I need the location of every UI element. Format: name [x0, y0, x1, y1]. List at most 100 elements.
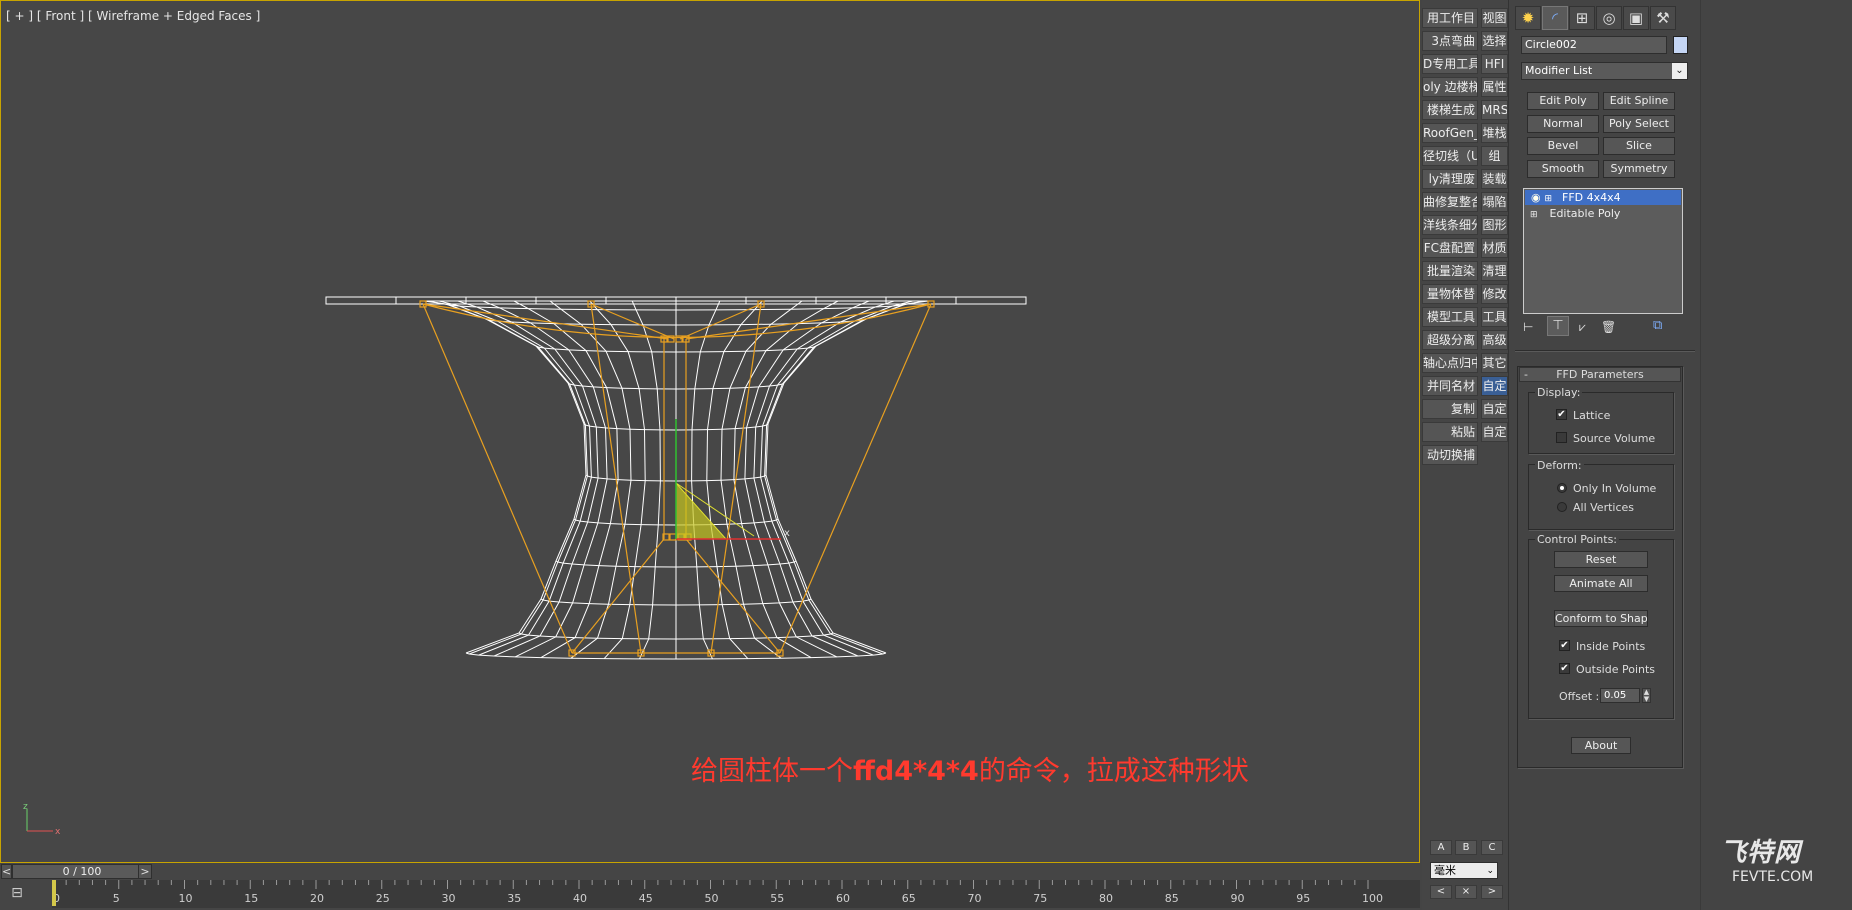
offset-input[interactable]: 0.05: [1600, 688, 1640, 703]
reset-button[interactable]: Reset: [1554, 551, 1648, 568]
script-button[interactable]: 洋线条细分: [1422, 215, 1478, 235]
script-button[interactable]: 楼梯生成: [1422, 100, 1478, 120]
script-category-button[interactable]: MRS: [1481, 100, 1508, 120]
script-button[interactable]: 曲修复整合: [1422, 192, 1478, 212]
set-c-button[interactable]: C: [1481, 840, 1503, 855]
symmetry-button[interactable]: Symmetry: [1603, 160, 1675, 178]
slice-button[interactable]: Slice: [1603, 137, 1675, 155]
script-category-button[interactable]: 选择: [1481, 31, 1508, 51]
show-end-result-icon[interactable]: ⊤: [1547, 316, 1569, 336]
poly-select-button[interactable]: Poly Select: [1603, 115, 1675, 133]
object-color-swatch[interactable]: [1673, 36, 1688, 54]
script-button[interactable]: 径切线（U: [1422, 146, 1478, 166]
motion-tab-icon[interactable]: ◎: [1596, 6, 1622, 30]
ruler-tick-label: 40: [573, 892, 587, 905]
nav-prev-button[interactable]: <: [1430, 885, 1452, 899]
lightbulb-icon[interactable]: ◉: [1531, 190, 1541, 205]
script-category-button[interactable]: 自定: [1481, 399, 1508, 419]
nav-next-button[interactable]: >: [1481, 885, 1503, 899]
script-category-button[interactable]: 自定: [1481, 422, 1508, 442]
modifier-stack[interactable]: ◉ ⊞ FFD 4x4x4 ⊞ Editable Poly: [1523, 188, 1683, 314]
script-button[interactable]: 动切换捕: [1422, 445, 1478, 465]
script-category-button[interactable]: 组: [1481, 146, 1508, 166]
script-button[interactable]: oly 边楼梯: [1422, 77, 1478, 97]
script-category-button[interactable]: 高级: [1481, 330, 1508, 350]
time-ruler[interactable]: 0 5 10 15 20 25 30 35 40 45 50 55 60 65 70 75 80 85 90 95 10…: [52, 880, 1420, 908]
lattice-checkbox[interactable]: ✔: [1556, 409, 1567, 420]
script-button[interactable]: D专用工具: [1422, 54, 1478, 74]
script-button[interactable]: ly清理废: [1422, 169, 1478, 189]
normal-button[interactable]: Normal: [1527, 115, 1599, 133]
deform-label: Deform:: [1535, 459, 1584, 472]
pin-stack-icon[interactable]: ⊢: [1523, 320, 1533, 334]
unit-select[interactable]: 毫米 ⌄: [1430, 862, 1498, 879]
display-tab-icon[interactable]: ▣: [1623, 6, 1649, 30]
script-category-button[interactable]: 自定: [1481, 376, 1508, 396]
stack-item-ffd[interactable]: ◉ ⊞ FFD 4x4x4: [1525, 190, 1681, 205]
ruler-tick-label: 75: [1033, 892, 1047, 905]
source-volume-checkbox[interactable]: [1556, 432, 1567, 443]
script-button[interactable]: 模型工具: [1422, 307, 1478, 327]
time-next-button[interactable]: >: [138, 864, 152, 879]
make-unique-icon[interactable]: ⩗: [1579, 320, 1586, 335]
stack-item-editable-poly[interactable]: ⊞ Editable Poly: [1525, 206, 1681, 221]
script-category-button[interactable]: 其它: [1481, 353, 1508, 373]
expand-icon[interactable]: ⊞: [1530, 208, 1540, 223]
script-button[interactable]: 并同名材: [1422, 376, 1478, 396]
only-in-volume-radio[interactable]: [1557, 483, 1567, 493]
remove-modifier-icon[interactable]: 🗑: [1601, 320, 1616, 334]
ruler-tick-label: 70: [968, 892, 982, 905]
configure-modifier-sets-icon[interactable]: ⧉: [1653, 318, 1662, 333]
about-button[interactable]: About: [1571, 737, 1631, 754]
script-category-button[interactable]: 工具: [1481, 307, 1508, 327]
script-category-button[interactable]: 图形: [1481, 215, 1508, 235]
create-tab-icon[interactable]: ✹: [1515, 6, 1541, 30]
modifier-list-dropdown[interactable]: Modifier List ⌄: [1521, 62, 1688, 80]
animate-all-button[interactable]: Animate All: [1554, 575, 1648, 592]
wireframe-scene[interactable]: x: [1, 1, 1420, 863]
script-button[interactable]: FC盘配置: [1422, 238, 1478, 258]
time-slider[interactable]: 0 / 100: [12, 864, 152, 879]
script-category-button[interactable]: 视图: [1481, 8, 1508, 28]
script-button[interactable]: RoofGen_: [1422, 123, 1478, 143]
script-category-button[interactable]: HFI: [1481, 54, 1508, 74]
rollout-header[interactable]: - FFD Parameters: [1519, 367, 1681, 382]
utilities-tab-icon[interactable]: ⚒: [1650, 6, 1676, 30]
ruler-tick-label: 30: [442, 892, 456, 905]
inside-points-checkbox[interactable]: ✔: [1559, 640, 1570, 651]
edit-spline-button[interactable]: Edit Spline: [1603, 92, 1675, 110]
script-category-button[interactable]: 清理: [1481, 261, 1508, 281]
script-category-button[interactable]: 修改: [1481, 284, 1508, 304]
script-category-button[interactable]: 材质: [1481, 238, 1508, 258]
front-viewport[interactable]: [ + ] [ Front ] [ Wireframe + Edged Face…: [0, 0, 1420, 863]
script-category-button[interactable]: 属性: [1481, 77, 1508, 97]
mini-curve-editor-icon[interactable]: ⊟: [4, 885, 30, 905]
smooth-button[interactable]: Smooth: [1527, 160, 1599, 178]
script-category-button[interactable]: 装载: [1481, 169, 1508, 189]
script-button[interactable]: 超级分离: [1422, 330, 1478, 350]
hierarchy-tab-icon[interactable]: ⊞: [1569, 6, 1595, 30]
script-button[interactable]: 轴心点归中: [1422, 353, 1478, 373]
script-category-button[interactable]: 塌陷: [1481, 192, 1508, 212]
script-category-button[interactable]: 堆栈: [1481, 123, 1508, 143]
outside-points-checkbox[interactable]: ✔: [1559, 663, 1570, 674]
set-a-button[interactable]: A: [1430, 840, 1452, 855]
script-button[interactable]: 用工作目: [1422, 8, 1478, 28]
edit-poly-button[interactable]: Edit Poly: [1527, 92, 1599, 110]
script-button[interactable]: 复制: [1422, 399, 1478, 419]
modify-tab-icon[interactable]: ◜: [1542, 6, 1568, 30]
script-button[interactable]: 量物体替: [1422, 284, 1478, 304]
ruler-tick-label: 65: [902, 892, 916, 905]
script-button[interactable]: 3点弯曲: [1422, 31, 1478, 51]
offset-spinner[interactable]: ▲ ▼: [1642, 688, 1651, 703]
bevel-button[interactable]: Bevel: [1527, 137, 1599, 155]
conform-to-shape-button[interactable]: Conform to Shape: [1554, 610, 1648, 627]
all-vertices-radio[interactable]: [1557, 502, 1567, 512]
script-button[interactable]: 批量渲染: [1422, 261, 1478, 281]
nav-close-button[interactable]: ×: [1455, 885, 1477, 899]
object-name-field[interactable]: Circle002: [1521, 36, 1667, 54]
set-b-button[interactable]: B: [1455, 840, 1477, 855]
time-prev-button[interactable]: <: [1, 864, 12, 879]
script-button[interactable]: 粘贴: [1422, 422, 1478, 442]
expand-icon[interactable]: ⊞: [1545, 192, 1555, 207]
